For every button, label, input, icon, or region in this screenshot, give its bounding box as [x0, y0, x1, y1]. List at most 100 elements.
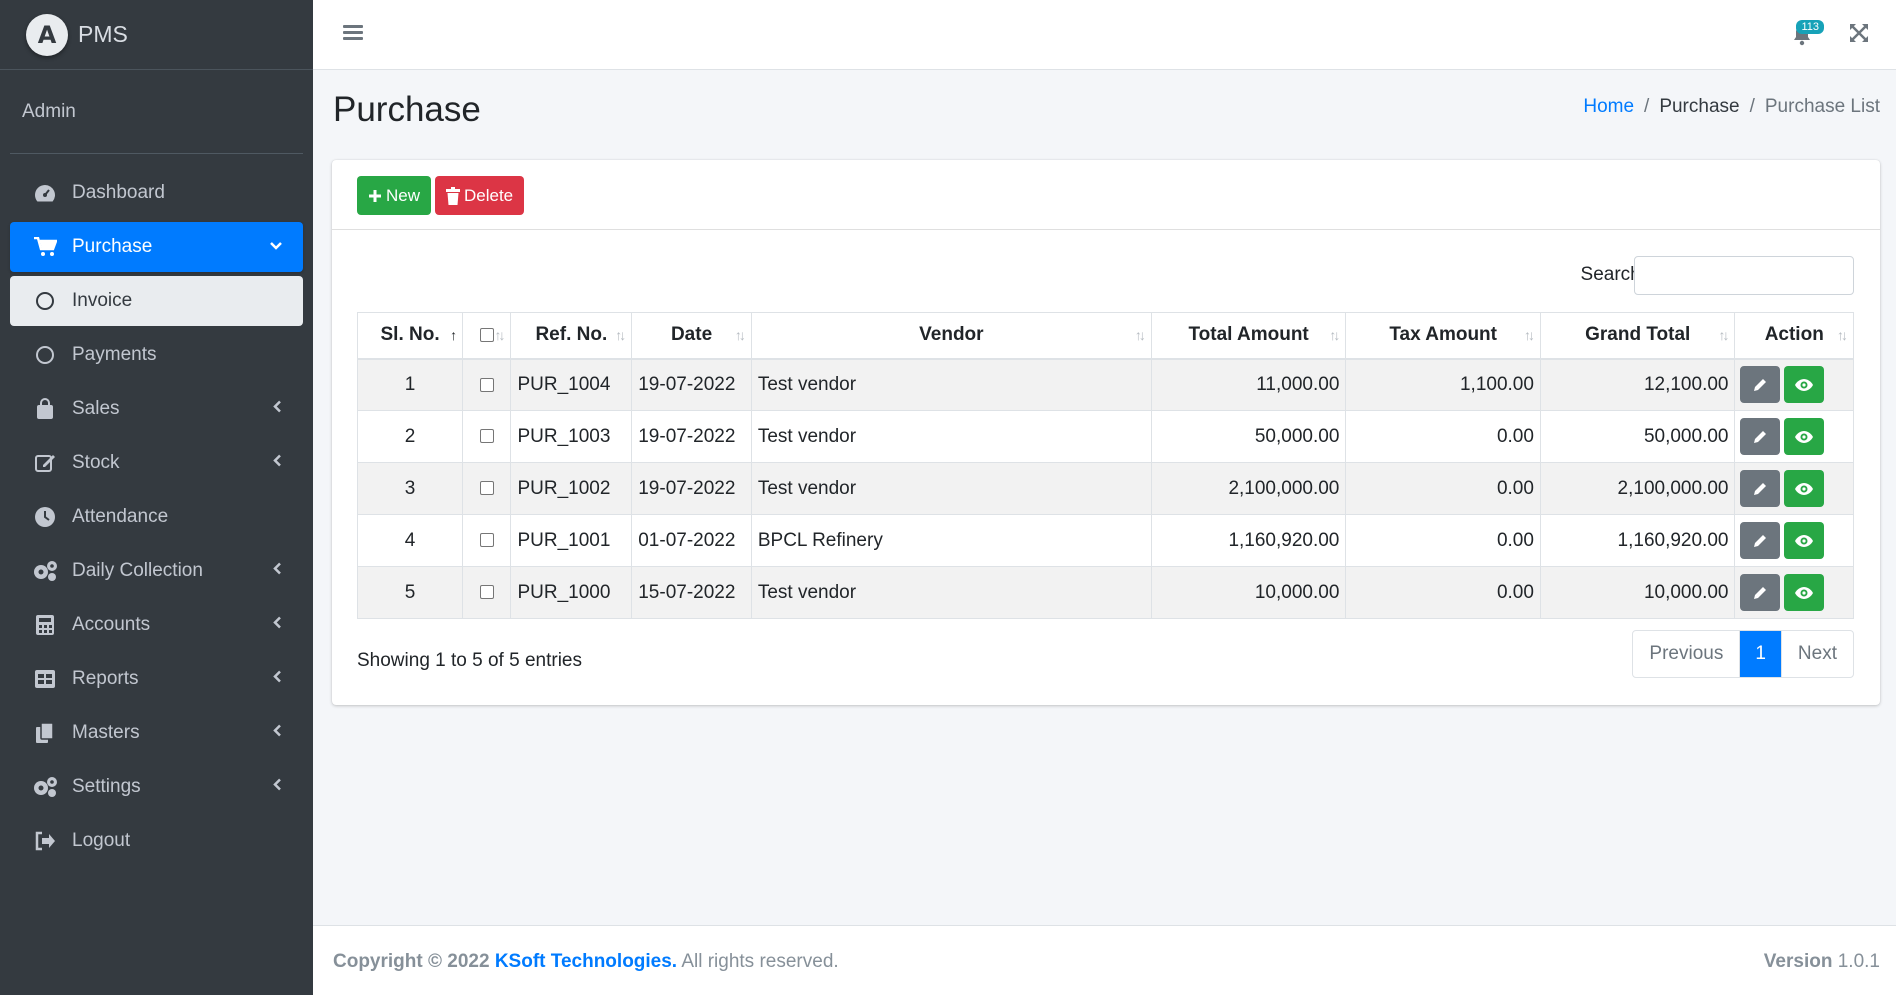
edit-button[interactable] [1740, 418, 1781, 455]
sidebar-item-label: Accounts [72, 614, 151, 635]
cell-action [1734, 514, 1854, 567]
sort-icon: ↑↓ [1134, 327, 1146, 344]
cell-grand-total: 2,100,000.00 [1539, 462, 1736, 515]
column-header-action[interactable]: Action ↑↓ [1734, 312, 1854, 360]
table-row[interactable]: 4 PUR_1001 01-07-2022 BPCL Refinery 1,16… [356, 514, 1854, 567]
footer-version: Version 1.0.1 [1764, 951, 1880, 973]
view-button[interactable] [1784, 470, 1825, 507]
chevron-left-icon [273, 778, 283, 797]
new-button[interactable]: New [357, 176, 432, 215]
row-checkbox[interactable] [479, 377, 494, 392]
view-button[interactable] [1784, 574, 1825, 611]
column-header-ref-no[interactable]: Ref. No. ↑↓ [510, 312, 633, 360]
version-number: 1.0.1 [1837, 951, 1880, 972]
calculator-icon [32, 612, 58, 638]
cell-ref-no: PUR_1003 [510, 410, 633, 463]
table-row[interactable]: 1 PUR_1004 19-07-2022 Test vendor 11,000… [356, 358, 1854, 411]
cell-grand-total: 10,000.00 [1539, 566, 1736, 619]
company-link[interactable]: KSoft Technologies. [495, 951, 677, 972]
notification-badge: 113 [1796, 20, 1824, 34]
table-icon [32, 666, 58, 692]
cell-total-amount: 50,000.00 [1150, 410, 1347, 463]
bag-icon [32, 396, 58, 422]
search-input[interactable] [1634, 256, 1854, 295]
column-header-select-all[interactable]: ↑↓ [462, 312, 512, 360]
breadcrumb-purchase[interactable]: Purchase [1659, 96, 1739, 118]
sidebar-item-invoice[interactable]: Invoice [10, 276, 303, 326]
breadcrumb-home-link[interactable]: Home [1583, 96, 1634, 118]
brand-logo: A [26, 13, 68, 56]
breadcrumb-current: Purchase List [1764, 96, 1880, 117]
cell-action [1734, 566, 1854, 619]
chevron-left-icon [273, 454, 283, 473]
sidebar-item-daily-collection[interactable]: Daily Collection [10, 546, 303, 596]
delete-button[interactable]: Delete [435, 176, 525, 215]
row-checkbox[interactable] [479, 585, 494, 600]
column-header-tax-amount[interactable]: Tax Amount ↑↓ [1345, 312, 1541, 360]
pagination-page[interactable]: 1 [1739, 631, 1781, 677]
sidebar-item-attendance[interactable]: Attendance [10, 492, 303, 542]
sort-asc-icon: ↑ [450, 327, 457, 344]
column-header-vendor[interactable]: Vendor ↑↓ [750, 312, 1152, 360]
pagination-previous[interactable]: Previous [1633, 631, 1739, 677]
view-button[interactable] [1784, 522, 1825, 559]
cell-ref-no: PUR_1004 [510, 358, 633, 411]
column-header-grand-total[interactable]: Grand Total ↑↓ [1539, 312, 1736, 360]
edit-button[interactable] [1740, 470, 1781, 507]
sidebar-item-accounts[interactable]: Accounts [10, 600, 303, 650]
eye-icon [1795, 534, 1814, 547]
brand-logo-letter: A [37, 20, 57, 49]
pagination-next[interactable]: Next [1780, 631, 1853, 677]
view-button[interactable] [1784, 418, 1825, 455]
column-header-date[interactable]: Date ↑↓ [631, 312, 752, 360]
cell-vendor: BPCL Refinery [750, 514, 1152, 567]
sidebar-item-label: Invoice [72, 290, 133, 311]
user-name[interactable]: Admin [22, 101, 76, 123]
clock-icon [32, 504, 58, 530]
menu-toggle-icon[interactable] [343, 22, 363, 44]
row-checkbox[interactable] [479, 481, 494, 496]
eye-icon [1795, 430, 1814, 443]
edit-button[interactable] [1740, 522, 1781, 559]
sidebar-item-reports[interactable]: Reports [10, 654, 303, 704]
rights-text: All rights reserved. [681, 951, 839, 972]
table-row[interactable]: 5 PUR_1000 15-07-2022 Test vendor 10,000… [356, 566, 1854, 619]
table-row[interactable]: 3 PUR_1002 19-07-2022 Test vendor 2,100,… [356, 462, 1854, 515]
sidebar-item-dashboard[interactable]: Dashboard [10, 168, 303, 218]
cell-date: 19-07-2022 [631, 410, 752, 463]
column-header-label: Sl. No. [380, 324, 440, 346]
pencil-icon [1754, 534, 1767, 547]
cell-date: 19-07-2022 [631, 462, 752, 515]
sidebar-item-stock[interactable]: Stock [10, 438, 303, 488]
row-checkbox[interactable] [479, 533, 494, 548]
sidebar-item-payments[interactable]: Payments [10, 330, 303, 380]
column-header-label: Ref. No. [535, 324, 608, 346]
cart-icon [32, 234, 58, 260]
view-button[interactable] [1784, 366, 1825, 404]
table-row[interactable]: 2 PUR_1003 19-07-2022 Test vendor 50,000… [356, 410, 1854, 463]
cell-grand-total: 50,000.00 [1539, 410, 1736, 463]
sidebar-item-label: Daily Collection [72, 560, 203, 581]
sidebar-item-sales[interactable]: Sales [10, 384, 303, 434]
trash-icon [446, 186, 460, 205]
sidebar-item-label: Purchase [72, 236, 153, 257]
sidebar-item-masters[interactable]: Masters [10, 708, 303, 758]
edit-button[interactable] [1740, 574, 1781, 611]
cell-action [1734, 410, 1854, 463]
column-header-total-amount[interactable]: Total Amount ↑↓ [1150, 312, 1347, 360]
select-all-checkbox[interactable] [479, 328, 494, 343]
cell-action [1734, 462, 1854, 515]
sidebar-item-settings[interactable]: Settings [10, 762, 303, 812]
cell-ref-no: PUR_1000 [510, 566, 633, 619]
column-header-sl-no[interactable]: Sl. No. ↑ [356, 312, 464, 360]
cell-select [462, 514, 512, 567]
edit-button[interactable] [1740, 366, 1781, 404]
sort-icon: ↑↓ [615, 327, 626, 344]
user-panel[interactable]: Admin [10, 70, 303, 154]
cell-date: 19-07-2022 [631, 358, 752, 411]
sidebar-item-logout[interactable]: Logout [10, 816, 303, 866]
sidebar-item-purchase[interactable]: Purchase [10, 222, 303, 272]
row-checkbox[interactable] [479, 429, 494, 444]
brand-link[interactable]: A PMS [0, 0, 313, 70]
fullscreen-icon[interactable] [1848, 22, 1872, 46]
